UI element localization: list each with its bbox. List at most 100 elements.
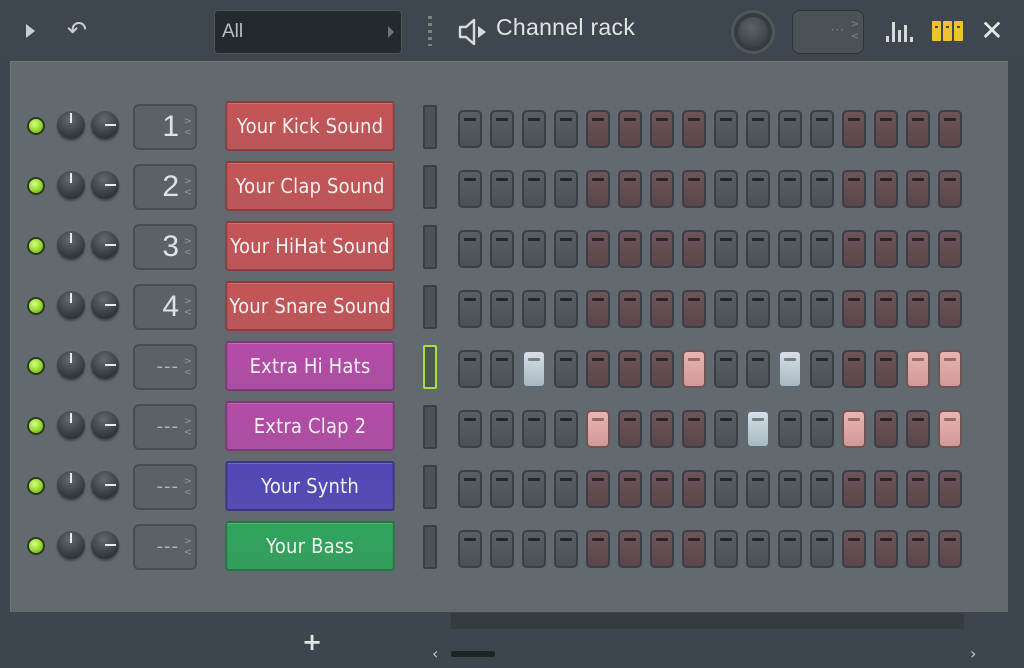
channel-select-indicator[interactable] <box>423 525 437 569</box>
step-button[interactable] <box>522 110 546 148</box>
step-button[interactable] <box>490 110 514 148</box>
pan-knob[interactable] <box>91 411 119 439</box>
mixer-track-selector[interactable]: --- > < <box>133 404 197 450</box>
step-button[interactable] <box>618 110 642 148</box>
step-button[interactable] <box>586 290 610 328</box>
step-button[interactable] <box>490 530 514 568</box>
step-button[interactable] <box>938 170 962 208</box>
step-button[interactable] <box>810 290 834 328</box>
step-button[interactable] <box>778 470 802 508</box>
step-button[interactable] <box>522 170 546 208</box>
mixer-track-selector[interactable]: 4 > < <box>133 284 197 330</box>
step-button[interactable] <box>746 410 770 448</box>
channel-name-button[interactable]: Your Clap Sound <box>225 161 395 211</box>
step-button[interactable] <box>618 170 642 208</box>
play-icon[interactable] <box>26 24 35 38</box>
step-button[interactable] <box>682 110 706 148</box>
step-button[interactable] <box>810 530 834 568</box>
mute-led-toggle[interactable] <box>27 477 45 495</box>
mute-led-toggle[interactable] <box>27 237 45 255</box>
channel-select-indicator[interactable] <box>423 165 437 209</box>
volume-knob[interactable] <box>57 111 85 139</box>
channel-name-button[interactable]: Extra Clap 2 <box>225 401 395 451</box>
step-button[interactable] <box>714 230 738 268</box>
speaker-icon[interactable] <box>457 16 489 48</box>
step-button[interactable] <box>522 470 546 508</box>
step-button[interactable] <box>682 230 706 268</box>
pan-knob[interactable] <box>91 231 119 259</box>
volume-knob[interactable] <box>57 231 85 259</box>
step-sequencer-icon[interactable] <box>932 21 964 41</box>
mute-led-toggle[interactable] <box>27 117 45 135</box>
mixer-track-selector[interactable]: --- > < <box>133 464 197 510</box>
channel-select-indicator[interactable] <box>423 345 437 389</box>
step-button[interactable] <box>586 170 610 208</box>
step-button[interactable] <box>842 170 866 208</box>
step-button[interactable] <box>458 350 482 388</box>
step-button[interactable] <box>682 410 706 448</box>
step-button[interactable] <box>810 410 834 448</box>
step-button[interactable] <box>522 290 546 328</box>
step-button[interactable] <box>522 410 546 448</box>
channel-name-button[interactable]: Extra Hi Hats <box>225 341 395 391</box>
step-button[interactable] <box>682 290 706 328</box>
mute-led-toggle[interactable] <box>27 297 45 315</box>
step-button[interactable] <box>810 110 834 148</box>
close-icon[interactable]: ✕ <box>978 14 1006 48</box>
step-button[interactable] <box>714 530 738 568</box>
step-button[interactable] <box>490 350 514 388</box>
step-button[interactable] <box>682 350 706 388</box>
step-button[interactable] <box>682 530 706 568</box>
channel-name-button[interactable]: Your HiHat Sound <box>225 221 395 271</box>
scroll-left-icon[interactable]: ‹ <box>432 644 438 663</box>
step-button[interactable] <box>522 530 546 568</box>
step-button[interactable] <box>906 350 930 388</box>
pan-knob[interactable] <box>91 171 119 199</box>
step-button[interactable] <box>938 470 962 508</box>
volume-knob[interactable] <box>57 471 85 499</box>
step-button[interactable] <box>650 290 674 328</box>
step-button[interactable] <box>458 230 482 268</box>
channel-select-indicator[interactable] <box>423 105 437 149</box>
step-button[interactable] <box>906 110 930 148</box>
step-button[interactable] <box>650 170 674 208</box>
step-button[interactable] <box>810 170 834 208</box>
drag-grip-icon[interactable] <box>428 16 432 46</box>
step-button[interactable] <box>842 290 866 328</box>
volume-knob[interactable] <box>57 171 85 199</box>
mute-led-toggle[interactable] <box>27 177 45 195</box>
step-button[interactable] <box>586 530 610 568</box>
step-button[interactable] <box>906 230 930 268</box>
step-button[interactable] <box>490 470 514 508</box>
channel-select-indicator[interactable] <box>423 405 437 449</box>
step-button[interactable] <box>490 230 514 268</box>
step-button[interactable] <box>714 110 738 148</box>
add-channel-button[interactable]: + <box>302 630 322 654</box>
step-button[interactable] <box>522 350 546 388</box>
step-button[interactable] <box>906 170 930 208</box>
step-button[interactable] <box>906 530 930 568</box>
step-button[interactable] <box>778 410 802 448</box>
step-button[interactable] <box>874 530 898 568</box>
step-button[interactable] <box>714 470 738 508</box>
step-button[interactable] <box>842 530 866 568</box>
step-button[interactable] <box>458 110 482 148</box>
step-button[interactable] <box>842 230 866 268</box>
scroll-right-icon[interactable]: › <box>970 644 976 663</box>
filter-group-select[interactable]: All <box>214 10 402 54</box>
step-button[interactable] <box>746 170 770 208</box>
step-button[interactable] <box>874 110 898 148</box>
step-button[interactable] <box>778 290 802 328</box>
step-button[interactable] <box>554 110 578 148</box>
step-button[interactable] <box>842 470 866 508</box>
step-button[interactable] <box>458 170 482 208</box>
mute-led-toggle[interactable] <box>27 357 45 375</box>
step-button[interactable] <box>810 470 834 508</box>
undo-icon[interactable]: ↶ <box>64 16 90 44</box>
graph-editor-icon[interactable] <box>886 18 916 42</box>
step-button[interactable] <box>778 350 802 388</box>
step-button[interactable] <box>938 230 962 268</box>
step-button[interactable] <box>906 470 930 508</box>
channel-name-button[interactable]: Your Synth <box>225 461 395 511</box>
volume-knob[interactable] <box>57 411 85 439</box>
